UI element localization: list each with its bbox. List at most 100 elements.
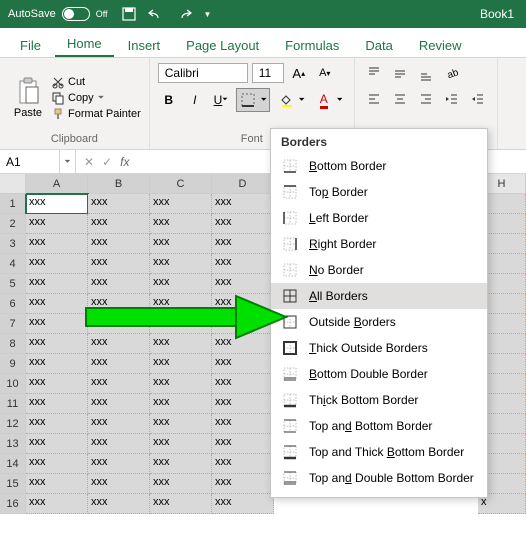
cell[interactable]: xxx [26,354,88,374]
increase-font-icon[interactable]: A▴ [288,62,310,84]
fill-color-button[interactable]: ⏷ [274,88,308,112]
cut-button[interactable]: Cut [52,76,141,88]
namebox-dropdown-icon[interactable]: ⏷ [60,150,76,173]
cell[interactable]: xxx [150,434,212,454]
cell[interactable]: xxx [212,274,274,294]
cell[interactable]: xxx [88,314,150,334]
cell[interactable]: xxx [26,334,88,354]
align-bottom-icon[interactable] [415,62,437,84]
row-header[interactable]: 5 [0,274,26,294]
cell[interactable]: xxx [150,494,212,514]
cancel-formula-icon[interactable]: ✕ [84,155,94,169]
align-center-icon[interactable] [389,88,411,110]
cell[interactable]: xxx [26,374,88,394]
row-header[interactable]: 14 [0,454,26,474]
tab-home[interactable]: Home [55,30,114,57]
cell[interactable]: xxx [150,414,212,434]
cell[interactable]: xxx [88,474,150,494]
name-box[interactable]: A1 [0,150,60,173]
cell[interactable]: xxx [26,494,88,514]
cell[interactable]: xxx [88,454,150,474]
cell[interactable]: xxx [212,314,274,334]
tab-data[interactable]: Data [353,32,404,57]
cell[interactable]: xxx [212,374,274,394]
cell[interactable]: xxx [212,394,274,414]
align-top-icon[interactable] [363,62,385,84]
cell[interactable]: xxx [150,474,212,494]
borders-menu-item-bottom-double[interactable]: Bottom Double Border [271,361,487,387]
row-header[interactable]: 11 [0,394,26,414]
cell[interactable]: xxx [150,214,212,234]
cell[interactable]: xxx [88,434,150,454]
decrease-font-icon[interactable]: A▾ [314,62,336,84]
row-header[interactable]: 7 [0,314,26,334]
enter-formula-icon[interactable]: ✓ [102,155,112,169]
row-header[interactable]: 6 [0,294,26,314]
qat-dropdown-icon[interactable]: ▼ [204,10,212,19]
cell[interactable]: xxx [212,354,274,374]
borders-menu-item-right[interactable]: Right Border [271,231,487,257]
align-right-icon[interactable] [415,88,437,110]
row-header[interactable]: 16 [0,494,26,514]
fx-icon[interactable]: fx [120,155,129,169]
cell[interactable]: xxx [150,394,212,414]
undo-icon[interactable] [148,8,164,20]
column-header[interactable]: A [26,174,88,194]
underline-button[interactable]: U ⏷ [210,89,232,111]
select-all-corner[interactable] [0,174,26,194]
cell[interactable]: xxx [88,254,150,274]
cell[interactable]: xxx [212,294,274,314]
cell[interactable]: xxx [26,274,88,294]
cell[interactable]: xxx [212,234,274,254]
row-header[interactable]: 2 [0,214,26,234]
borders-menu-item-top-bottom[interactable]: Top and Bottom Border [271,413,487,439]
cell[interactable]: xxx [26,394,88,414]
row-header[interactable]: 13 [0,434,26,454]
align-middle-icon[interactable] [389,62,411,84]
row-header[interactable]: 1 [0,194,26,214]
row-header[interactable]: 3 [0,234,26,254]
cell[interactable]: xxx [150,254,212,274]
borders-menu-item-bottom[interactable]: Bottom Border [271,153,487,179]
column-header[interactable]: D [212,174,274,194]
cell[interactable]: xxx [150,354,212,374]
cell[interactable]: xxx [212,434,274,454]
cell[interactable]: xxx [212,254,274,274]
chevron-down-icon[interactable]: ⏷ [335,89,345,111]
align-left-icon[interactable] [363,88,385,110]
format-painter-button[interactable]: Format Painter [52,108,141,120]
borders-menu-item-all[interactable]: All Borders [271,283,487,309]
cell[interactable]: xxx [150,274,212,294]
row-header[interactable]: 15 [0,474,26,494]
copy-button[interactable]: Copy ⏷ [52,92,141,104]
cell[interactable]: xxx [150,194,212,214]
cell[interactable]: xxx [26,214,88,234]
cell[interactable]: xxx [88,214,150,234]
redo-icon[interactable] [176,8,192,20]
cell[interactable]: xxx [150,454,212,474]
cell[interactable]: xxx [26,434,88,454]
tab-insert[interactable]: Insert [116,32,173,57]
cell[interactable]: xxx [88,414,150,434]
orientation-icon[interactable]: ab [441,62,463,84]
chevron-down-icon[interactable]: ⏷ [259,89,269,111]
cell[interactable]: xxx [88,194,150,214]
tab-file[interactable]: File [8,32,53,57]
cell[interactable]: xxx [212,334,274,354]
borders-button[interactable]: ⏷ [236,88,270,112]
tab-review[interactable]: Review [407,32,474,57]
cell[interactable]: xxx [88,374,150,394]
borders-menu-item-outside[interactable]: Outside Borders [271,309,487,335]
autosave-toggle[interactable]: AutoSave Off [8,7,108,21]
borders-menu-item-thick-outside[interactable]: Thick Outside Borders [271,335,487,361]
cell[interactable]: xxx [88,394,150,414]
toggle-switch[interactable] [62,7,90,21]
save-icon[interactable] [122,7,136,21]
borders-menu-item-top-thick-bottom[interactable]: Top and Thick Bottom Border [271,439,487,465]
cell[interactable]: xxx [26,254,88,274]
chevron-down-icon[interactable]: ⏷ [297,89,307,111]
borders-menu-item-top-double-bottom[interactable]: Top and Double Bottom Border [271,465,487,491]
paste-button[interactable]: Paste [8,62,48,133]
font-name-select[interactable]: Calibri [158,63,248,83]
cell[interactable]: xxx [150,294,212,314]
